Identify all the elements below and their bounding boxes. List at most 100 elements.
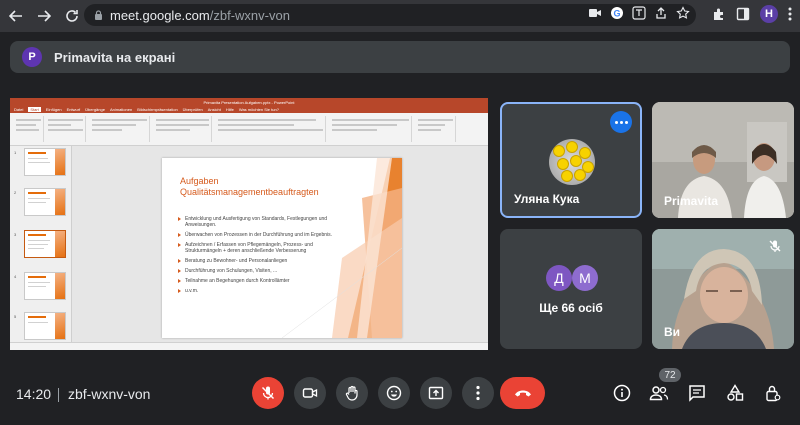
arrow-right-icon xyxy=(38,10,51,22)
translate-icon[interactable] xyxy=(632,6,646,20)
raise-hand-icon xyxy=(345,385,358,401)
slide-bullet-list: Entwicklung und Ausfertigung von Standar… xyxy=(178,216,348,298)
meeting-details-button[interactable] xyxy=(611,382,633,404)
current-slide[interactable]: Aufgaben Qualitätsmanagementbeauftragten… xyxy=(162,158,402,338)
ribbon-tab[interactable]: Ansicht xyxy=(208,107,221,112)
side-panel-icon[interactable] xyxy=(736,7,750,21)
people-icon xyxy=(649,386,669,401)
address-bar[interactable]: meet.google.com/zbf-wxnv-von G xyxy=(84,4,696,26)
chat-button[interactable] xyxy=(686,382,708,404)
mic-off-icon xyxy=(769,240,781,252)
slide-thumbnails: 1 2 3 4 5 xyxy=(10,146,72,342)
shared-screen[interactable]: Primavita Presentation Aufgaben.pptx - P… xyxy=(10,98,488,350)
slide-bullet: Entwicklung und Ausfertigung von Standar… xyxy=(178,216,348,228)
people-button[interactable] xyxy=(648,382,670,404)
slide-thumbnail[interactable] xyxy=(24,272,66,300)
ribbon-tab[interactable]: Bildschirmpräsentation xyxy=(137,107,177,112)
ribbon-tab[interactable]: Animationen xyxy=(110,107,132,112)
back-button[interactable] xyxy=(4,4,28,28)
arrow-left-icon xyxy=(9,10,22,22)
google-icon[interactable]: G xyxy=(610,6,624,20)
camera-indicator-icon[interactable] xyxy=(588,7,602,19)
more-options-button[interactable] xyxy=(462,377,494,409)
slide-bullet: Beratung zu Bewohner- und Personalanlieg… xyxy=(178,258,348,264)
activities-button[interactable] xyxy=(724,382,746,404)
participant-tile-self[interactable]: Ви xyxy=(652,229,794,349)
presenter-avatar: P xyxy=(22,47,42,67)
ribbon-tab[interactable]: Überprüfen xyxy=(183,107,203,112)
emoji-icon xyxy=(386,385,402,401)
participant-tile-primavita[interactable]: Primavita xyxy=(652,102,794,218)
slide-thumbnail[interactable] xyxy=(24,188,66,216)
share-icon[interactable] xyxy=(654,6,668,20)
ribbon-group-slides xyxy=(46,116,86,142)
reload-button[interactable] xyxy=(60,4,84,28)
leave-call-button[interactable] xyxy=(500,377,545,409)
slide-bullet: Durchführung von Schulungen, Visiten, ..… xyxy=(178,268,348,274)
participant-avatar-smileys xyxy=(549,139,595,185)
forward-button[interactable] xyxy=(32,4,56,28)
ribbon xyxy=(10,113,488,146)
powerpoint-workspace: 1 2 3 4 5 Aufgaben Qualitätsmanagementbe… xyxy=(10,146,488,342)
camera-icon xyxy=(302,388,318,398)
participant-name: Уляна Кука xyxy=(514,192,580,206)
ribbon-tab[interactable]: Was möchten Sie tun? xyxy=(239,107,279,112)
chat-icon xyxy=(689,385,705,402)
presenting-banner: P Primavita на екрані xyxy=(10,41,790,73)
info-icon xyxy=(613,384,631,402)
more-dots-icon xyxy=(614,120,628,124)
present-screen-button[interactable] xyxy=(420,377,452,409)
camera-toggle-button[interactable] xyxy=(294,377,326,409)
more-participants-text: Ще 66 осіб xyxy=(539,301,603,315)
slide-bullet: Überwachen von Prozessen in der Durchfüh… xyxy=(178,232,348,238)
participant-tile-others[interactable]: Д М Ще 66 осіб xyxy=(500,229,642,349)
slide-thumbnail[interactable] xyxy=(24,312,66,340)
slide-bullet: Teilnahme an Begehungen durch Kontrolläm… xyxy=(178,278,348,284)
participant-name: Ви xyxy=(664,325,681,339)
reload-icon xyxy=(66,10,78,22)
ribbon-tab[interactable]: Datei xyxy=(14,107,23,112)
present-icon xyxy=(428,386,444,400)
slide-thumbnail-selected[interactable] xyxy=(24,230,66,258)
ribbon-group-editing xyxy=(416,116,456,142)
ribbon-group-paragraph xyxy=(154,116,212,142)
participant-avatar: Д xyxy=(546,265,572,291)
tile-more-options-button[interactable] xyxy=(610,111,632,133)
meeting-code: zbf-wxnv-von xyxy=(68,386,151,402)
ribbon-tab[interactable]: Einfügen xyxy=(46,107,62,112)
bookmark-star-icon[interactable] xyxy=(676,6,690,20)
raise-hand-button[interactable] xyxy=(336,377,368,409)
browser-menu-icon[interactable] xyxy=(788,7,792,21)
participant-tile-kuka[interactable]: Уляна Кука xyxy=(500,102,642,218)
ribbon-tab[interactable]: Entwurf xyxy=(67,107,81,112)
slide-thumbnail[interactable] xyxy=(24,148,66,176)
ribbon-group-arrange xyxy=(330,116,412,142)
activities-icon xyxy=(727,384,744,401)
reactions-button[interactable] xyxy=(378,377,410,409)
lock-icon xyxy=(95,10,102,20)
participant-avatar: М xyxy=(572,265,598,291)
participant-count-badge: 72 xyxy=(659,368,681,382)
ribbon-tab[interactable]: Hilfe xyxy=(226,107,234,112)
slide-bullet: Aufzeichnen / Erfassen von Pflegemängeln… xyxy=(178,242,348,254)
extensions-icon[interactable] xyxy=(712,7,726,21)
slide-title: Aufgaben Qualitätsmanagementbeauftragten xyxy=(180,176,319,197)
ribbon-tabs: Datei Start Einfügen Entwurf Übergänge Animat… xyxy=(10,106,488,113)
more-dots-icon xyxy=(476,385,480,401)
ribbon-group-clipboard xyxy=(14,116,44,142)
ribbon-tab[interactable]: Übergänge xyxy=(85,107,105,112)
ribbon-group-font xyxy=(90,116,150,142)
divider xyxy=(58,388,59,402)
presenting-text: Primavita на екрані xyxy=(54,49,176,65)
phone-hangup-icon xyxy=(514,390,531,397)
microphone-toggle-button[interactable] xyxy=(252,377,284,409)
profile-avatar[interactable]: H xyxy=(760,5,778,23)
mic-off-icon xyxy=(261,386,275,400)
browser-toolbar: meet.google.com/zbf-wxnv-von G H xyxy=(0,0,800,32)
mic-off-indicator xyxy=(768,239,782,258)
ribbon-tab[interactable]: Start xyxy=(28,107,41,112)
host-controls-button[interactable] xyxy=(762,382,784,404)
powerpoint-title-bar: Primavita Presentation Aufgaben.pptx - P… xyxy=(10,98,488,106)
slide-bullet: u.v.m. xyxy=(178,288,348,294)
meeting-controls-bar: 14:20 zbf-wxnv-von xyxy=(0,360,800,425)
